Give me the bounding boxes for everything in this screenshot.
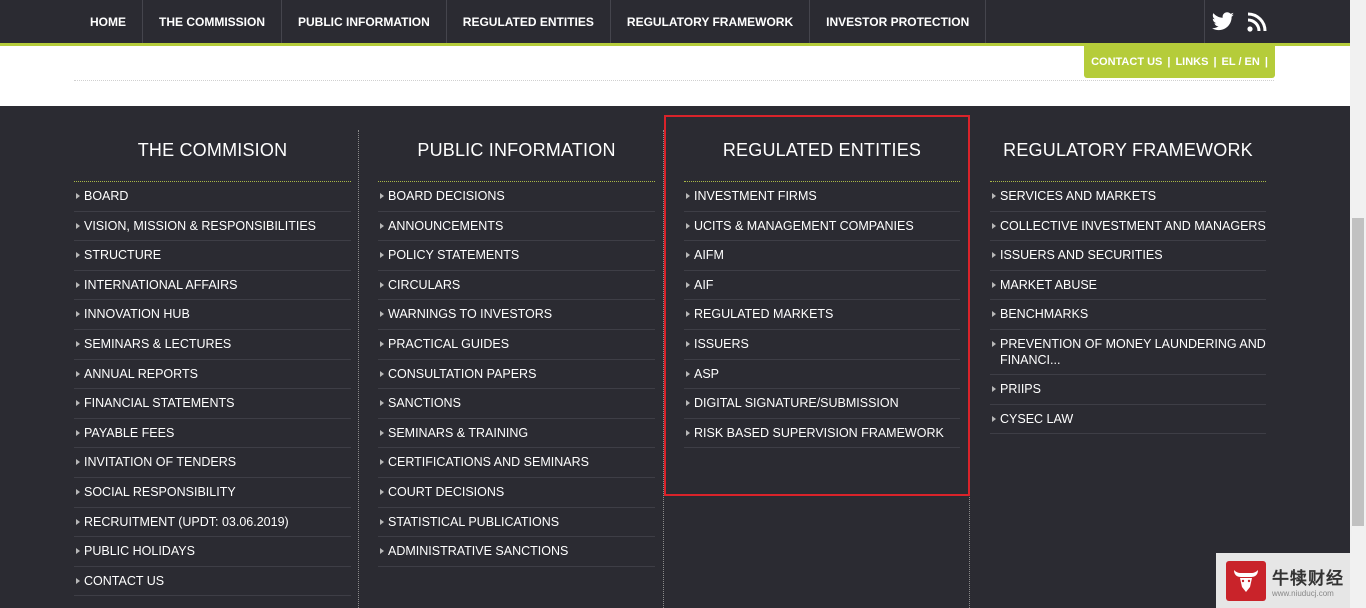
column-regulatory-framework: REGULATORY FRAMEWORK SERVICES AND MARKET…	[990, 106, 1266, 608]
column-divider	[969, 130, 970, 608]
column-title: THE COMMISION	[137, 140, 288, 160]
list-item[interactable]: STATISTICAL PUBLICATIONS	[378, 508, 655, 538]
watermark: 牛犊财经 www.niuducj.com	[1216, 553, 1350, 608]
link-list: BOARD VISION, MISSION & RESPONSIBILITIES…	[74, 181, 351, 597]
list-item[interactable]: PRACTICAL GUIDES	[378, 330, 655, 360]
top-navigation: HOME THE COMMISSION PUBLIC INFORMATION R…	[0, 0, 1350, 46]
list-item[interactable]: PREVENTION OF MONEY LAUNDERING AND FINAN…	[990, 330, 1266, 376]
scrollbar-thumb[interactable]	[1352, 218, 1364, 526]
nav-regulated-entities[interactable]: REGULATED ENTITIES	[447, 0, 611, 43]
list-item[interactable]: ADMINISTRATIVE SANCTIONS	[378, 537, 655, 567]
nav-the-commission[interactable]: THE COMMISSION	[143, 0, 283, 43]
list-item[interactable]: UCITS & MANAGEMENT COMPANIES	[684, 212, 960, 242]
list-item[interactable]: SEMINARS & LECTURES	[74, 330, 351, 360]
list-item[interactable]: INNOVATION HUB	[74, 300, 351, 330]
list-item[interactable]: CYSEC LAW	[990, 405, 1266, 435]
header-strip: CONTACT US | LINKS | EL / EN |	[0, 46, 1350, 106]
column-title: PUBLIC INFORMATION	[417, 140, 616, 160]
column-the-commission: THE COMMISION BOARD VISION, MISSION & RE…	[74, 106, 351, 608]
list-item[interactable]: MARKET ABUSE	[990, 271, 1266, 301]
list-item[interactable]: ANNUAL REPORTS	[74, 360, 351, 390]
nav-investor-protection[interactable]: INVESTOR PROTECTION	[810, 0, 987, 43]
list-item[interactable]: SERVICES AND MARKETS	[990, 182, 1266, 212]
nav-items: HOME THE COMMISSION PUBLIC INFORMATION R…	[74, 0, 987, 43]
column-divider	[358, 130, 359, 608]
list-item[interactable]: COLLECTIVE INVESTMENT AND MANAGERS	[990, 212, 1266, 242]
separator: |	[1264, 56, 1268, 68]
page-scrollbar[interactable]	[1350, 0, 1366, 608]
separator: |	[1213, 56, 1217, 68]
list-item[interactable]: ANNOUNCEMENTS	[378, 212, 655, 242]
rss-icon[interactable]	[1245, 10, 1269, 34]
list-item[interactable]: DIGITAL SIGNATURE/SUBMISSION	[684, 389, 960, 419]
list-item[interactable]: BOARD	[74, 182, 351, 212]
list-item[interactable]: CERTIFICATIONS AND SEMINARS	[378, 448, 655, 478]
watermark-url: www.niuducj.com	[1272, 588, 1334, 598]
list-item[interactable]: ASP	[684, 360, 960, 390]
bull-logo-icon	[1226, 560, 1266, 601]
list-item[interactable]: INVESTMENT FIRMS	[684, 182, 960, 212]
list-item[interactable]: INTERNATIONAL AFFAIRS	[74, 271, 351, 301]
list-item[interactable]: RECRUITMENT (UPDT: 03.06.2019)	[74, 508, 351, 538]
list-item[interactable]: SANCTIONS	[378, 389, 655, 419]
nav-public-information[interactable]: PUBLIC INFORMATION	[282, 0, 447, 43]
column-title: REGULATED ENTITIES	[722, 140, 922, 160]
list-item[interactable]: SOCIAL RESPONSIBILITY	[74, 478, 351, 508]
list-item[interactable]: FINANCIAL STATEMENTS	[74, 389, 351, 419]
list-item[interactable]: POLICY STATEMENTS	[378, 241, 655, 271]
social-links	[1204, 0, 1274, 43]
list-item[interactable]: VISION, MISSION & RESPONSIBILITIES	[74, 212, 351, 242]
column-divider	[663, 130, 664, 608]
list-item[interactable]: WARNINGS TO INVESTORS	[378, 300, 655, 330]
contact-us-link[interactable]: CONTACT US	[1091, 56, 1162, 68]
link-list: BOARD DECISIONS ANNOUNCEMENTS POLICY STA…	[378, 181, 655, 567]
list-item[interactable]: AIFM	[684, 241, 960, 271]
list-item[interactable]: CIRCULARS	[378, 271, 655, 301]
divider	[74, 80, 1274, 81]
list-item[interactable]: CONSULTATION PAPERS	[378, 360, 655, 390]
watermark-name: 牛犊财经	[1272, 568, 1344, 588]
separator: |	[1167, 56, 1171, 68]
language-switch[interactable]: EL / EN	[1222, 56, 1260, 68]
footer-sitemap: THE COMMISION BOARD VISION, MISSION & RE…	[0, 106, 1350, 608]
column-title: REGULATORY FRAMEWORK	[1003, 140, 1253, 160]
list-item[interactable]: PAYABLE FEES	[74, 419, 351, 449]
links-link[interactable]: LINKS	[1175, 56, 1208, 68]
list-item[interactable]: PUBLIC HOLIDAYS	[74, 537, 351, 567]
twitter-icon[interactable]	[1211, 10, 1235, 34]
list-item[interactable]: AIF	[684, 271, 960, 301]
list-item[interactable]: RISK BASED SUPERVISION FRAMEWORK	[684, 419, 960, 449]
list-item[interactable]: STRUCTURE	[74, 241, 351, 271]
nav-regulatory-framework[interactable]: REGULATORY FRAMEWORK	[611, 0, 811, 43]
nav-home[interactable]: HOME	[74, 0, 143, 43]
list-item[interactable]: PRIIPS	[990, 375, 1266, 405]
link-list: INVESTMENT FIRMS UCITS & MANAGEMENT COMP…	[684, 181, 960, 449]
list-item[interactable]: BENCHMARKS	[990, 300, 1266, 330]
column-public-information: PUBLIC INFORMATION BOARD DECISIONS ANNOU…	[378, 106, 655, 608]
column-regulated-entities: REGULATED ENTITIES INVESTMENT FIRMS UCIT…	[684, 106, 960, 608]
list-item[interactable]: CONTACT US	[74, 567, 351, 597]
list-item[interactable]: BOARD DECISIONS	[378, 182, 655, 212]
list-item[interactable]: ISSUERS AND SECURITIES	[990, 241, 1266, 271]
list-item[interactable]: ISSUERS	[684, 330, 960, 360]
list-item[interactable]: INVITATION OF TENDERS	[74, 448, 351, 478]
list-item[interactable]: SEMINARS & TRAINING	[378, 419, 655, 449]
list-item[interactable]: REGULATED MARKETS	[684, 300, 960, 330]
list-item[interactable]: COURT DECISIONS	[378, 478, 655, 508]
contact-bar: CONTACT US | LINKS | EL / EN |	[1084, 46, 1275, 78]
link-list: SERVICES AND MARKETS COLLECTIVE INVESTME…	[990, 181, 1266, 435]
